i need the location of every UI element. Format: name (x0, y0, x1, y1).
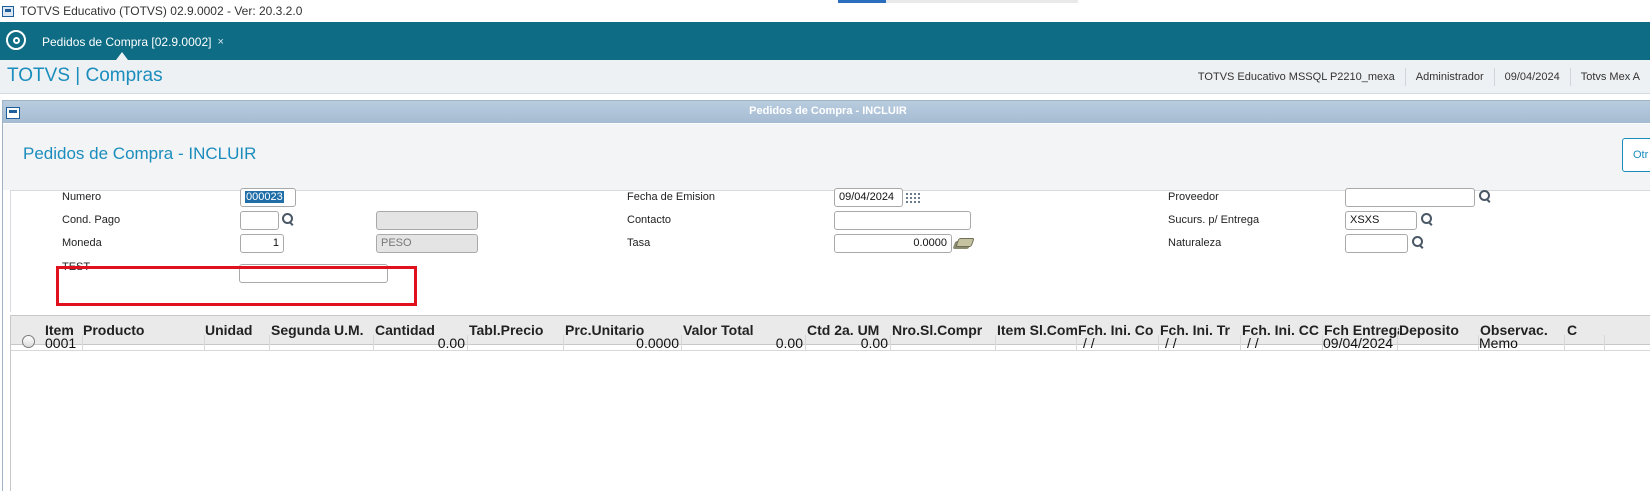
app-title: TOTVS | Compras (7, 65, 163, 86)
highlight-box (56, 266, 417, 306)
sucursal-label: Sucurs. p/ Entrega (1168, 214, 1260, 226)
moneda-field[interactable]: 1 (240, 234, 284, 253)
cond-pago-description (376, 211, 478, 230)
app-header: TOTVS | Compras TOTVS Educativo MSSQL P2… (0, 60, 1650, 94)
cell-fch-ini-co[interactable]: / / (1077, 335, 1159, 351)
tasa-field[interactable]: 0.0000 (834, 234, 952, 253)
cell-fch-ini-cc[interactable]: / / (1241, 335, 1323, 351)
title-scroll-track (886, 0, 1078, 3)
tab-label: Pedidos de Compra [02.9.0002] (42, 35, 212, 49)
cell-tabl-precio[interactable] (468, 335, 564, 351)
cond-pago-label: Cond. Pago (62, 214, 121, 226)
tab-close-icon[interactable]: × (217, 36, 223, 48)
cell-fch-entrega[interactable]: 09/04/2024 (1323, 335, 1398, 351)
dialog-title-bar: Pedidos de Compra - INCLUIR (3, 101, 1650, 123)
items-grid: Item Producto Unidad Segunda U.M. Cantid… (10, 315, 1650, 491)
sucursal-search-icon[interactable] (1421, 213, 1434, 226)
tab-pedidos-de-compra[interactable]: Pedidos de Compra [02.9.0002] × (32, 24, 234, 60)
cell-producto[interactable] (83, 335, 205, 351)
cell-segunda-um[interactable] (270, 335, 374, 351)
user-label: Administrador (1404, 68, 1494, 86)
proveedor-label: Proveedor (1168, 191, 1219, 203)
title-accent-bar (838, 0, 886, 3)
tab-bar: Pedidos de Compra [02.9.0002] × (0, 22, 1650, 60)
cell-deposito[interactable] (1398, 335, 1479, 351)
naturaleza-field[interactable] (1345, 234, 1408, 253)
sucursal-field[interactable]: XSXS (1345, 211, 1417, 230)
numero-label: Numero (62, 191, 102, 203)
window-title: TOTVS Educativo (TOTVS) 02.9.0002 - Ver:… (20, 4, 303, 18)
other-actions-button[interactable]: Otr (1622, 138, 1650, 172)
cell-item[interactable]: 0001 (45, 335, 83, 351)
cell-valor-total[interactable]: 0.00 (682, 335, 806, 351)
cell-extra[interactable] (1565, 335, 1605, 351)
cell-unidad[interactable] (205, 335, 270, 351)
proveedor-search-icon[interactable] (1479, 190, 1492, 203)
moneda-label: Moneda (62, 237, 102, 249)
app-window-icon (2, 5, 14, 17)
numero-field[interactable]: 000023 (240, 188, 296, 207)
contacto-field[interactable] (834, 211, 971, 230)
fecha-emision-field[interactable]: 09/04/2024 (834, 188, 903, 207)
window-title-bar: TOTVS Educativo (TOTVS) 02.9.0002 - Ver:… (0, 0, 1650, 22)
cell-prc-unitario[interactable]: 0.0000 (564, 335, 682, 351)
table-row[interactable]: 0001 0.00 0.0000 0.00 0.00 / / / / / / 0… (11, 335, 1650, 351)
proveedor-field[interactable] (1345, 188, 1475, 207)
currency-rate-icon[interactable] (954, 238, 972, 250)
cond-pago-search-icon[interactable] (282, 213, 295, 226)
cell-item-sl-compr[interactable] (996, 335, 1077, 351)
cell-fch-ini-tr[interactable]: / / (1159, 335, 1241, 351)
cell-cantidad[interactable]: 0.00 (374, 335, 468, 351)
dialog-title: Pedidos de Compra - INCLUIR (749, 105, 907, 117)
fecha-emision-label: Fecha de Emision (627, 191, 716, 203)
session-info: TOTVS Educativo MSSQL P2210_mexa Adminis… (1188, 60, 1650, 94)
moneda-description: PESO (376, 234, 478, 253)
naturaleza-label: Naturaleza (1168, 237, 1222, 249)
cond-pago-field[interactable] (240, 211, 279, 230)
environment-label: TOTVS Educativo MSSQL P2210_mexa (1197, 71, 1395, 83)
cell-observac[interactable]: Memo (1479, 335, 1565, 351)
active-tab-caret (116, 52, 128, 60)
cell-ctd-2a-um[interactable]: 0.00 (806, 335, 891, 351)
home-menu-icon[interactable] (6, 30, 26, 50)
form-heading: Pedidos de Compra - INCLUIR (23, 144, 257, 163)
numero-value: 000023 (245, 191, 284, 203)
naturaleza-search-icon[interactable] (1412, 236, 1425, 249)
calendar-icon[interactable] (905, 192, 921, 204)
cell-nro-sl-compr[interactable] (891, 335, 996, 351)
date-label: 09/04/2024 (1493, 68, 1570, 86)
company-label: Totvs Mex A (1569, 68, 1650, 86)
contacto-label: Contacto (627, 214, 672, 226)
tasa-label: Tasa (627, 237, 651, 249)
form-header: Pedidos de Compra - INCLUIR (3, 124, 1650, 190)
